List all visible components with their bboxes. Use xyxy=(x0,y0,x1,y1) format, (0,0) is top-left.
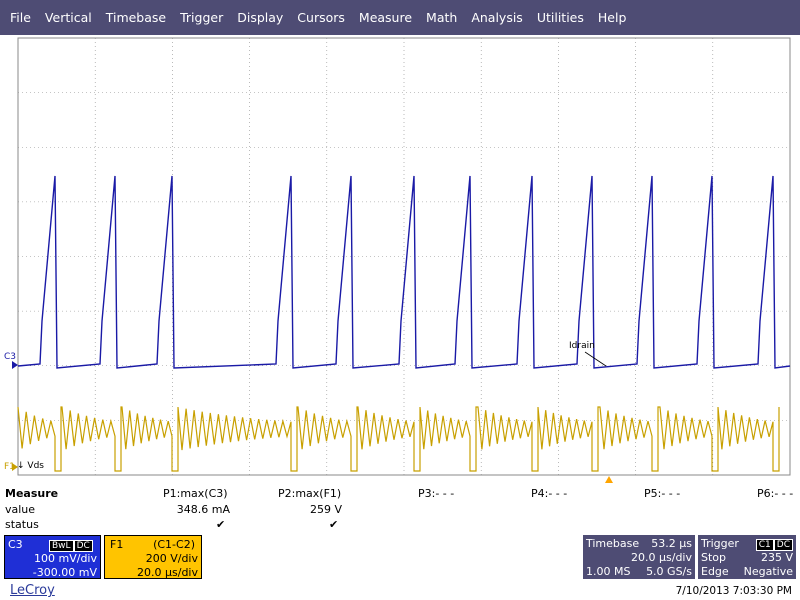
oscilloscope-app: File Vertical Timebase Trigger Display C… xyxy=(0,0,800,600)
vds-annotation: ↓ Vds xyxy=(17,461,44,471)
trigger-source-tags: C1 DC xyxy=(755,537,793,551)
c3-ground-marker xyxy=(12,361,18,369)
trigger-type: Edge xyxy=(701,565,729,578)
trigger-descriptor[interactable]: Trigger C1 DC Stop 235 V Edge Negative xyxy=(698,535,796,579)
p2-value: 259 V xyxy=(309,503,342,516)
menu-help[interactable]: Help xyxy=(591,0,634,35)
menu-analysis[interactable]: Analysis xyxy=(464,0,530,35)
menu-vertical[interactable]: Vertical xyxy=(38,0,99,35)
menu-math[interactable]: Math xyxy=(419,0,464,35)
measure-value-row: value 348.6 mA 259 V xyxy=(0,503,800,518)
menu-trigger[interactable]: Trigger xyxy=(173,0,230,35)
measure-status-row: status ✔ ✔ xyxy=(0,518,800,533)
trigger-slope: Negative xyxy=(743,565,793,578)
menu-cursors[interactable]: Cursors xyxy=(290,0,352,35)
f1-scale: 200 V/div xyxy=(145,552,198,565)
timebase-descriptor[interactable]: Timebase 53.2 µs 20.0 µs/div 1.00 MS 5.0… xyxy=(583,535,695,579)
waveform-display[interactable]: C3 F1 ↓ Vds Idrain xyxy=(0,35,800,487)
f1-time: 20.0 µs/div xyxy=(137,566,198,579)
f1-trace-label[interactable]: F1 xyxy=(4,462,15,472)
p1-value: 348.6 mA xyxy=(176,503,230,516)
trigger-coupling-tag: DC xyxy=(773,539,793,551)
c3-tags: BwL DC xyxy=(49,538,93,552)
c3-scale: 100 mV/div xyxy=(34,552,97,565)
menu-timebase[interactable]: Timebase xyxy=(99,0,173,35)
timebase-value: 53.2 µs xyxy=(651,537,692,550)
idrain-annotation: Idrain xyxy=(569,341,595,351)
p2-label[interactable]: P2:max(F1) xyxy=(278,487,341,500)
p4-label[interactable]: P4:- - - xyxy=(531,487,567,500)
idrain-pointer xyxy=(584,351,607,367)
c3-name: C3 xyxy=(8,538,23,551)
timebase-samples: 1.00 MS xyxy=(586,565,631,578)
p5-label[interactable]: P5:- - - xyxy=(644,487,680,500)
menu-display[interactable]: Display xyxy=(230,0,290,35)
value-row-label: value xyxy=(5,503,36,516)
f1-name: F1 xyxy=(110,538,124,551)
c3-waveform xyxy=(17,175,791,369)
f1-math-descriptor[interactable]: F1 (C1-C2) 200 V/div 20.0 µs/div xyxy=(104,535,202,579)
vds-label: Vds xyxy=(27,461,44,471)
p2-status-check-icon: ✔ xyxy=(329,518,339,531)
trigger-label: Trigger xyxy=(701,537,739,550)
bwl-tag: BwL xyxy=(49,540,74,552)
timebase-label: Timebase xyxy=(586,537,640,550)
p1-status-check-icon: ✔ xyxy=(216,518,226,531)
p6-label[interactable]: P6:- - - xyxy=(757,487,793,500)
c3-trace-label[interactable]: C3 xyxy=(4,352,16,362)
c3-offset: -300.00 mV xyxy=(32,566,97,579)
trigger-time-marker xyxy=(605,476,613,483)
f1-waveform xyxy=(17,406,780,472)
waveform-svg xyxy=(12,37,791,483)
p3-label[interactable]: P3:- - - xyxy=(418,487,454,500)
p1-label[interactable]: P1:max(C3) xyxy=(163,487,228,500)
menu-utilities[interactable]: Utilities xyxy=(530,0,591,35)
dc-tag: DC xyxy=(73,540,93,552)
trigger-level: 235 V xyxy=(760,551,793,564)
measure-panel: Measure P1:max(C3) P2:max(F1) P3:- - - P… xyxy=(0,487,800,534)
timestamp: 7/10/2013 7:03:30 PM xyxy=(675,585,792,597)
c3-channel-descriptor[interactable]: C3 BwL DC 100 mV/div -300.00 mV xyxy=(4,535,101,579)
trigger-source-tag: C1 xyxy=(755,539,774,551)
f1-expression: (C1-C2) xyxy=(153,538,195,551)
menu-measure[interactable]: Measure xyxy=(352,0,419,35)
status-row-label: status xyxy=(5,518,39,531)
timebase-rate: 5.0 GS/s xyxy=(646,565,692,578)
measure-header-row: Measure P1:max(C3) P2:max(F1) P3:- - - P… xyxy=(0,487,800,502)
measure-title[interactable]: Measure xyxy=(5,487,58,500)
lecroy-logo: LeCroy xyxy=(10,583,55,598)
menu-bar: File Vertical Timebase Trigger Display C… xyxy=(0,0,800,35)
timebase-per-div: 20.0 µs/div xyxy=(631,551,692,564)
trigger-mode: Stop xyxy=(701,551,727,564)
menu-file[interactable]: File xyxy=(3,0,38,35)
